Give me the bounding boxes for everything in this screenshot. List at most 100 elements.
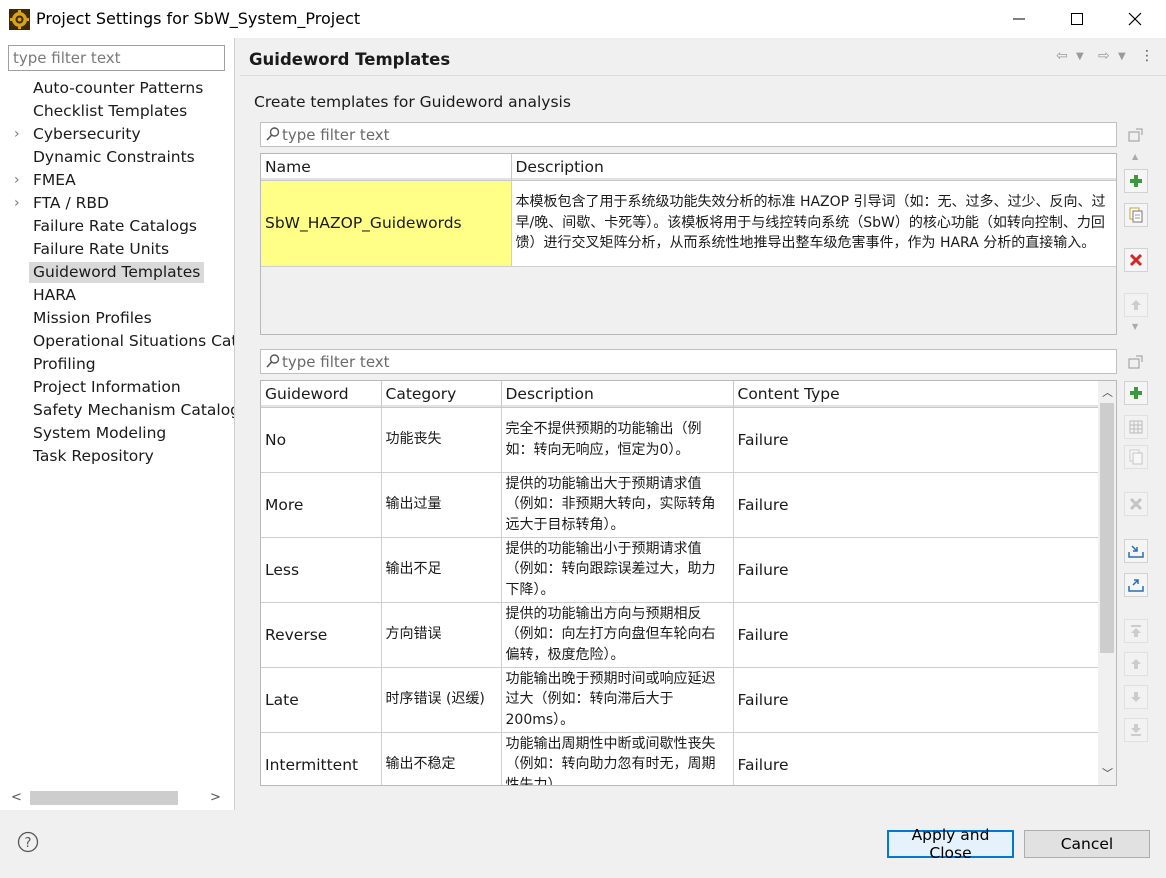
description-cell[interactable]: 提供的功能输出大于预期请求值（例如：非预期大转向，实际转角远大于目标转角）。 [501,472,734,538]
move-template-up-button[interactable] [1124,293,1148,317]
content-type-cell[interactable]: Failure [733,537,1099,603]
column-header-guideword[interactable]: Guideword [261,381,382,408]
content-type-cell[interactable]: Failure [733,732,1099,785]
category-cell[interactable]: 输出不稳定 [381,732,502,785]
table-row[interactable]: Reverse 方向错误 提供的功能输出方向与预期相反（例如：向左打方向盘但车轮向右… [261,602,1099,668]
move-up-button[interactable] [1124,652,1148,676]
sidebar-item[interactable]: Dynamic Constraints [0,146,234,169]
guideword-cell[interactable]: Less [261,537,382,603]
sidebar-item[interactable]: › FMEA [0,169,234,192]
content-type-cell[interactable]: Failure [733,407,1099,473]
sidebar-item[interactable]: Auto-counter Patterns [0,77,234,100]
back-menu-chevron-icon[interactable]: ▼ [1076,51,1084,62]
description-cell[interactable]: 功能输出晚于预期时间或响应延迟过大（例如：转向滞后大于200ms）。 [501,667,734,733]
sidebar-item[interactable]: Profiling [0,353,234,376]
sidebar-item[interactable]: › FTA / RBD [0,192,234,215]
sidebar-item[interactable]: HARA [0,284,234,307]
apply-and-close-button[interactable]: Apply and Close [887,826,1014,862]
maximize-view-icon[interactable] [1128,355,1144,369]
guideword-cell[interactable]: No [261,407,382,473]
content-type-cell[interactable]: Failure [733,472,1099,538]
close-button[interactable] [1106,0,1164,38]
column-header-description[interactable]: Description [501,381,734,408]
move-down-button[interactable] [1124,685,1148,709]
scrollbar-thumb[interactable] [30,791,178,805]
table-row[interactable]: Late 时序错误 (迟缓) 功能输出晚于预期时间或响应延迟过大（例如：转向滞后大于… [261,667,1099,733]
maximize-view-icon[interactable] [1128,128,1144,142]
scroll-right-icon[interactable]: > [210,789,221,807]
description-cell[interactable]: 完全不提供预期的功能输出（例如：转向无响应，恒定为0）。 [501,407,734,473]
guideword-cell[interactable]: More [261,472,382,538]
sidebar-item[interactable]: Checklist Templates [0,100,234,123]
category-cell[interactable]: 方向错误 [381,602,502,668]
template-name-cell[interactable]: SbW_HAZOP_Guidewords [261,180,512,267]
column-header-category[interactable]: Category [381,381,502,408]
scroll-left-icon[interactable]: < [11,789,22,807]
sidebar-item[interactable]: › Cybersecurity [0,123,234,146]
forward-arrow-icon[interactable]: ⇨ [1098,48,1110,64]
delete-template-button[interactable] [1124,248,1148,272]
add-template-button[interactable] [1124,169,1148,193]
help-icon[interactable]: ? [17,831,39,853]
copy-template-button[interactable] [1124,203,1148,227]
delete-guideword-button[interactable] [1124,492,1148,516]
copy-guideword-button[interactable] [1124,445,1148,469]
description-cell[interactable]: 功能输出周期性中断或间歇性丧失（例如：转向助力忽有时无，周期性失力）。 [501,732,734,785]
sidebar-item[interactable]: Failure Rate Catalogs [0,215,234,238]
add-guideword-button[interactable] [1124,381,1148,405]
table-row[interactable]: Less 输出不足 提供的功能输出小于预期请求值（例如：转向跟踪误差过大，助力下降）… [261,537,1099,603]
column-header-content-type[interactable]: Content Type [733,381,1099,408]
description-cell[interactable]: 提供的功能输出小于预期请求值（例如：转向跟踪误差过大，助力下降）。 [501,537,734,603]
sidebar-item[interactable]: Operational Situations Cata [0,330,234,353]
chevron-down-icon[interactable]: ﹀ [1102,765,1113,781]
table-row[interactable]: Intermittent 输出不稳定 功能输出周期性中断或间歇性丧失（例如：转向助力… [261,732,1099,785]
guidewords-filter [260,349,1117,374]
sidebar-item[interactable]: Mission Profiles [0,307,234,330]
import-button[interactable] [1124,539,1148,563]
column-header-name[interactable]: Name [261,154,512,181]
move-to-bottom-button[interactable] [1124,718,1148,742]
table-row[interactable]: SbW_HAZOP_Guidewords 本模板包含了用于系统级功能失效分析的标… [261,180,1116,267]
sidebar-item[interactable]: Failure Rate Units [0,238,234,261]
templates-filter-input[interactable] [282,125,1102,144]
export-button[interactable] [1124,573,1148,597]
category-cell[interactable]: 输出过量 [381,472,502,538]
table-row[interactable]: More 输出过量 提供的功能输出大于预期请求值（例如：非预期大转向，实际转角远大于… [261,472,1099,538]
sidebar-filter-input[interactable] [8,45,225,71]
more-options-icon[interactable]: ⋮ [1140,48,1154,64]
guidewords-filter-input[interactable] [282,352,1102,371]
cancel-button[interactable]: Cancel [1024,830,1150,858]
category-cell[interactable]: 时序错误 (迟缓) [381,667,502,733]
column-header-description[interactable]: Description [511,154,1116,181]
guideword-cell[interactable]: Late [261,667,382,733]
guideword-cell[interactable]: Reverse [261,602,382,668]
add-grid-button[interactable] [1124,415,1148,439]
content-type-cell[interactable]: Failure [733,667,1099,733]
description-cell[interactable]: 提供的功能输出方向与预期相反（例如：向左打方向盘但车轮向右偏转，极度危险）。 [501,602,734,668]
sidebar-item[interactable]: Project Information [0,376,234,399]
guidewords-vertical-scrollbar[interactable]: ︿ ﹀ [1098,381,1116,785]
scroll-up-icon[interactable]: ▲ [1132,152,1138,161]
scrollbar-thumb[interactable] [1100,403,1114,653]
sidebar-item[interactable]: Guideword Templates [0,261,234,284]
move-to-top-button[interactable] [1124,619,1148,643]
sidebar-item[interactable]: Task Repository [0,445,234,468]
maximize-button[interactable] [1048,0,1106,38]
guideword-cell[interactable]: Intermittent [261,732,382,785]
content-type-cell[interactable]: Failure [733,602,1099,668]
chevron-right-icon[interactable]: › [14,192,20,215]
forward-menu-chevron-icon[interactable]: ▼ [1118,51,1126,62]
chevron-right-icon[interactable]: › [14,123,20,146]
back-arrow-icon[interactable]: ⇦ [1056,48,1068,64]
template-description-cell[interactable]: 本模板包含了用于系统级功能失效分析的标准 HAZOP 引导词（如：无、过多、过少… [511,180,1116,267]
chevron-up-icon[interactable]: ︿ [1102,384,1113,400]
category-cell[interactable]: 输出不足 [381,537,502,603]
category-cell[interactable]: 功能丧失 [381,407,502,473]
minimize-button[interactable] [990,0,1048,38]
scroll-down-icon[interactable]: ▼ [1132,322,1138,331]
table-row[interactable]: No 功能丧失 完全不提供预期的功能输出（例如：转向无响应，恒定为0）。 Failur… [261,407,1099,473]
sidebar-horizontal-scrollbar[interactable]: < > [8,789,225,807]
sidebar-item[interactable]: System Modeling [0,422,234,445]
sidebar-item[interactable]: Safety Mechanism Catalog [0,399,234,422]
chevron-right-icon[interactable]: › [14,169,20,192]
